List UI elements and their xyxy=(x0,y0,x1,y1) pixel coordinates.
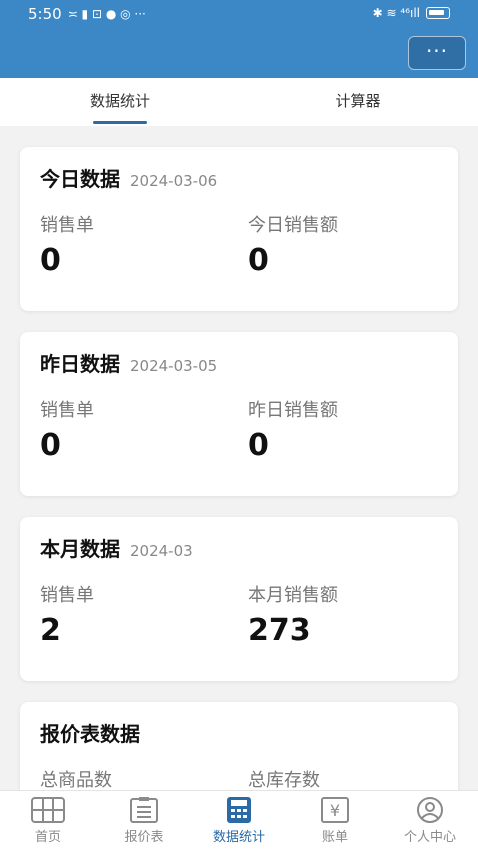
more-menu-button[interactable]: ··· xyxy=(408,36,466,70)
nav-profile[interactable]: 个人中心 xyxy=(382,797,478,845)
card-date: 2024-03-05 xyxy=(130,357,218,375)
user-icon xyxy=(417,797,443,823)
battery-icon xyxy=(426,7,450,19)
nav-home[interactable]: 首页 xyxy=(0,797,96,845)
pricelist-card: 报价表数据 总商品数 总库存数 xyxy=(20,702,458,790)
tab-calculator[interactable]: 计算器 xyxy=(298,78,418,126)
status-bar: 5:50 ≍ ▮ ⊡ ● ◎ ··· ✱ ≋ ⁴⁶ıll xyxy=(0,0,478,28)
calculator-icon xyxy=(227,797,251,823)
tab-data-statistics[interactable]: 数据统计 xyxy=(60,78,180,126)
stat-value: 273 xyxy=(248,613,311,648)
bottom-nav: 首页 报价表 数据统计 ¥ 账单 个人中心 xyxy=(0,790,478,850)
stat-value: 0 xyxy=(40,428,61,463)
yen-bill-icon: ¥ xyxy=(321,797,349,823)
notification-icons: ≍ ▮ ⊡ ● ◎ ··· xyxy=(67,7,146,21)
grid-icon xyxy=(31,797,65,823)
stats-content[interactable]: 今日数据 2024-03-06 销售单 0 今日销售额 0 昨日数据 2024-… xyxy=(0,126,478,790)
nav-pricelist[interactable]: 报价表 xyxy=(96,797,192,845)
stat-label: 销售单 xyxy=(40,585,94,606)
stat-label: 销售单 xyxy=(40,215,94,236)
app-bar: ··· xyxy=(0,28,478,78)
card-date: 2024-03-06 xyxy=(130,172,218,190)
nav-label: 报价表 xyxy=(124,830,164,845)
today-card: 今日数据 2024-03-06 销售单 0 今日销售额 0 xyxy=(20,147,458,311)
stat-value: 0 xyxy=(248,243,269,278)
tab-bar: 数据统计 计算器 xyxy=(0,78,478,126)
nav-label: 个人中心 xyxy=(403,830,456,845)
stat-label: 总商品数 xyxy=(40,770,112,790)
status-time: 5:50 xyxy=(28,5,62,23)
card-date: 2024-03 xyxy=(130,542,193,560)
month-card: 本月数据 2024-03 销售单 2 本月销售额 273 xyxy=(20,517,458,681)
nav-bills[interactable]: ¥ 账单 xyxy=(287,797,383,845)
stat-value: 0 xyxy=(248,428,269,463)
clipboard-list-icon xyxy=(130,797,158,823)
signal-icons: ✱ ≋ ⁴⁶ıll xyxy=(372,6,420,20)
stat-label: 销售单 xyxy=(40,400,94,421)
svg-text:¥: ¥ xyxy=(330,801,340,820)
stat-label: 总库存数 xyxy=(248,770,320,790)
nav-label: 首页 xyxy=(34,830,61,845)
yesterday-card: 昨日数据 2024-03-05 销售单 0 昨日销售额 0 xyxy=(20,332,458,496)
nav-label: 账单 xyxy=(321,830,348,845)
stat-label: 本月销售额 xyxy=(248,585,338,606)
card-title: 昨日数据 xyxy=(40,352,120,376)
nav-label: 数据统计 xyxy=(212,830,265,845)
card-title: 本月数据 xyxy=(40,537,120,561)
stat-value: 2 xyxy=(40,613,61,648)
nav-data-statistics[interactable]: 数据统计 xyxy=(191,797,287,845)
card-title: 今日数据 xyxy=(40,167,120,191)
active-tab-indicator xyxy=(93,121,147,124)
stat-label: 今日销售额 xyxy=(248,215,338,236)
stat-label: 昨日销售额 xyxy=(248,400,338,421)
card-title: 报价表数据 xyxy=(40,722,140,746)
stat-value: 0 xyxy=(40,243,61,278)
